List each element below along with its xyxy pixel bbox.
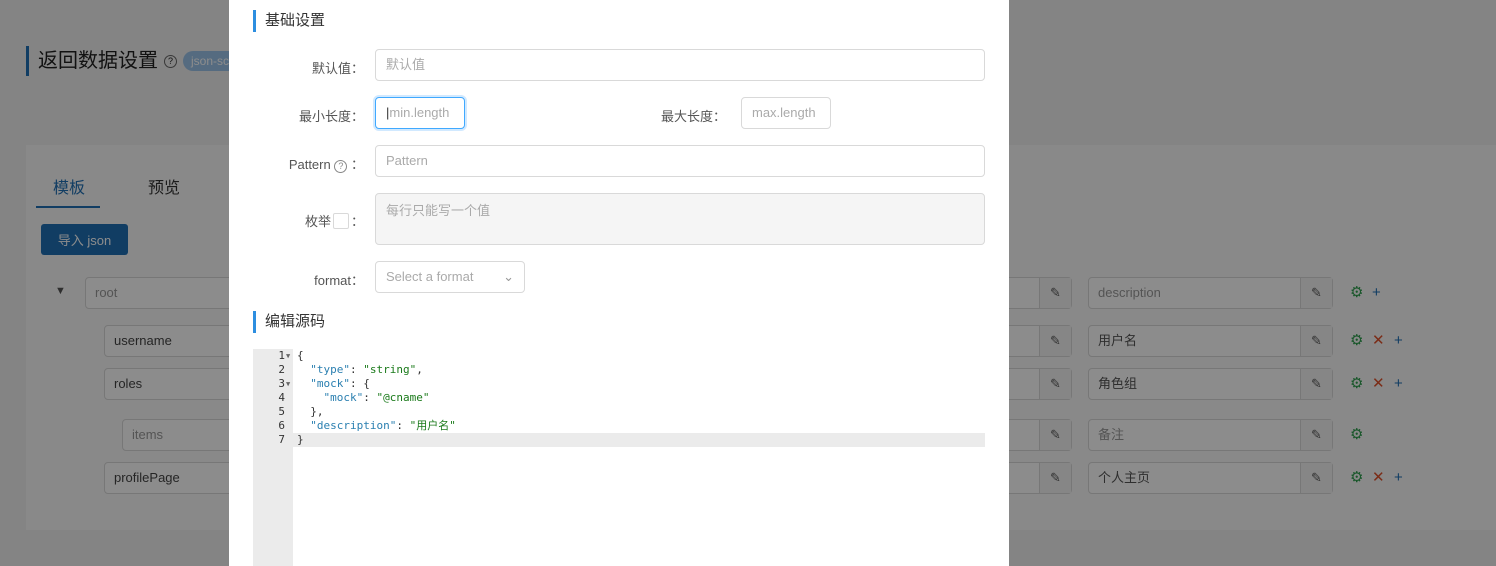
- min-length-label: 最小长度：: [298, 109, 364, 124]
- code-line: 2 "type": "string",: [278, 363, 423, 376]
- code-line: 5 },: [278, 405, 324, 418]
- format-select[interactable]: Select a format ⌄: [375, 261, 525, 293]
- min-length-input[interactable]: |min.length: [375, 97, 465, 129]
- pattern-label: Pattern ? ：: [288, 157, 364, 173]
- enum-label: 枚举：: [304, 212, 364, 229]
- code-line: 3 ▼ "mock": {: [278, 377, 370, 391]
- code-text: "type": "string",: [310, 363, 423, 376]
- chevron-down-icon: ⌄: [503, 269, 514, 284]
- source-title: 编辑源码: [253, 311, 325, 333]
- pattern-input[interactable]: Pattern: [375, 145, 985, 177]
- fold-icon[interactable]: ▼: [286, 377, 290, 391]
- default-input[interactable]: 默认值: [375, 49, 985, 81]
- default-label: 默认值：: [311, 61, 364, 76]
- code-editor[interactable]: 1 ▼{2 "type": "string", 3 ▼ "mock": {4 "moc…: [253, 349, 985, 566]
- max-length-input[interactable]: max.length: [741, 97, 831, 129]
- code-line: 7}: [253, 433, 985, 447]
- code-text: "mock": {: [310, 377, 370, 390]
- code-line: 4 "mock": "@cname": [278, 391, 430, 404]
- code-text: {: [297, 349, 304, 362]
- format-label: format：: [314, 273, 364, 288]
- code-line: 1 ▼{: [278, 349, 304, 363]
- max-length-label: 最大长度：: [660, 109, 726, 124]
- code-line: 6 "description": "用户名": [278, 419, 456, 432]
- enum-checkbox[interactable]: [332, 212, 349, 229]
- basic-settings-title: 基础设置: [253, 10, 325, 32]
- code-text: },: [297, 405, 324, 418]
- code-text: }: [297, 433, 304, 446]
- help-icon[interactable]: ?: [334, 159, 348, 173]
- code-text: "mock": "@cname": [323, 391, 430, 404]
- enum-textarea[interactable]: 每行只能写一个值: [375, 193, 985, 245]
- fold-icon[interactable]: ▼: [286, 349, 290, 363]
- settings-modal: 基础设置 默认值： 默认值 最小长度： |min.length 最大长度： ma…: [229, 0, 1009, 566]
- code-text: "description": "用户名": [310, 419, 456, 432]
